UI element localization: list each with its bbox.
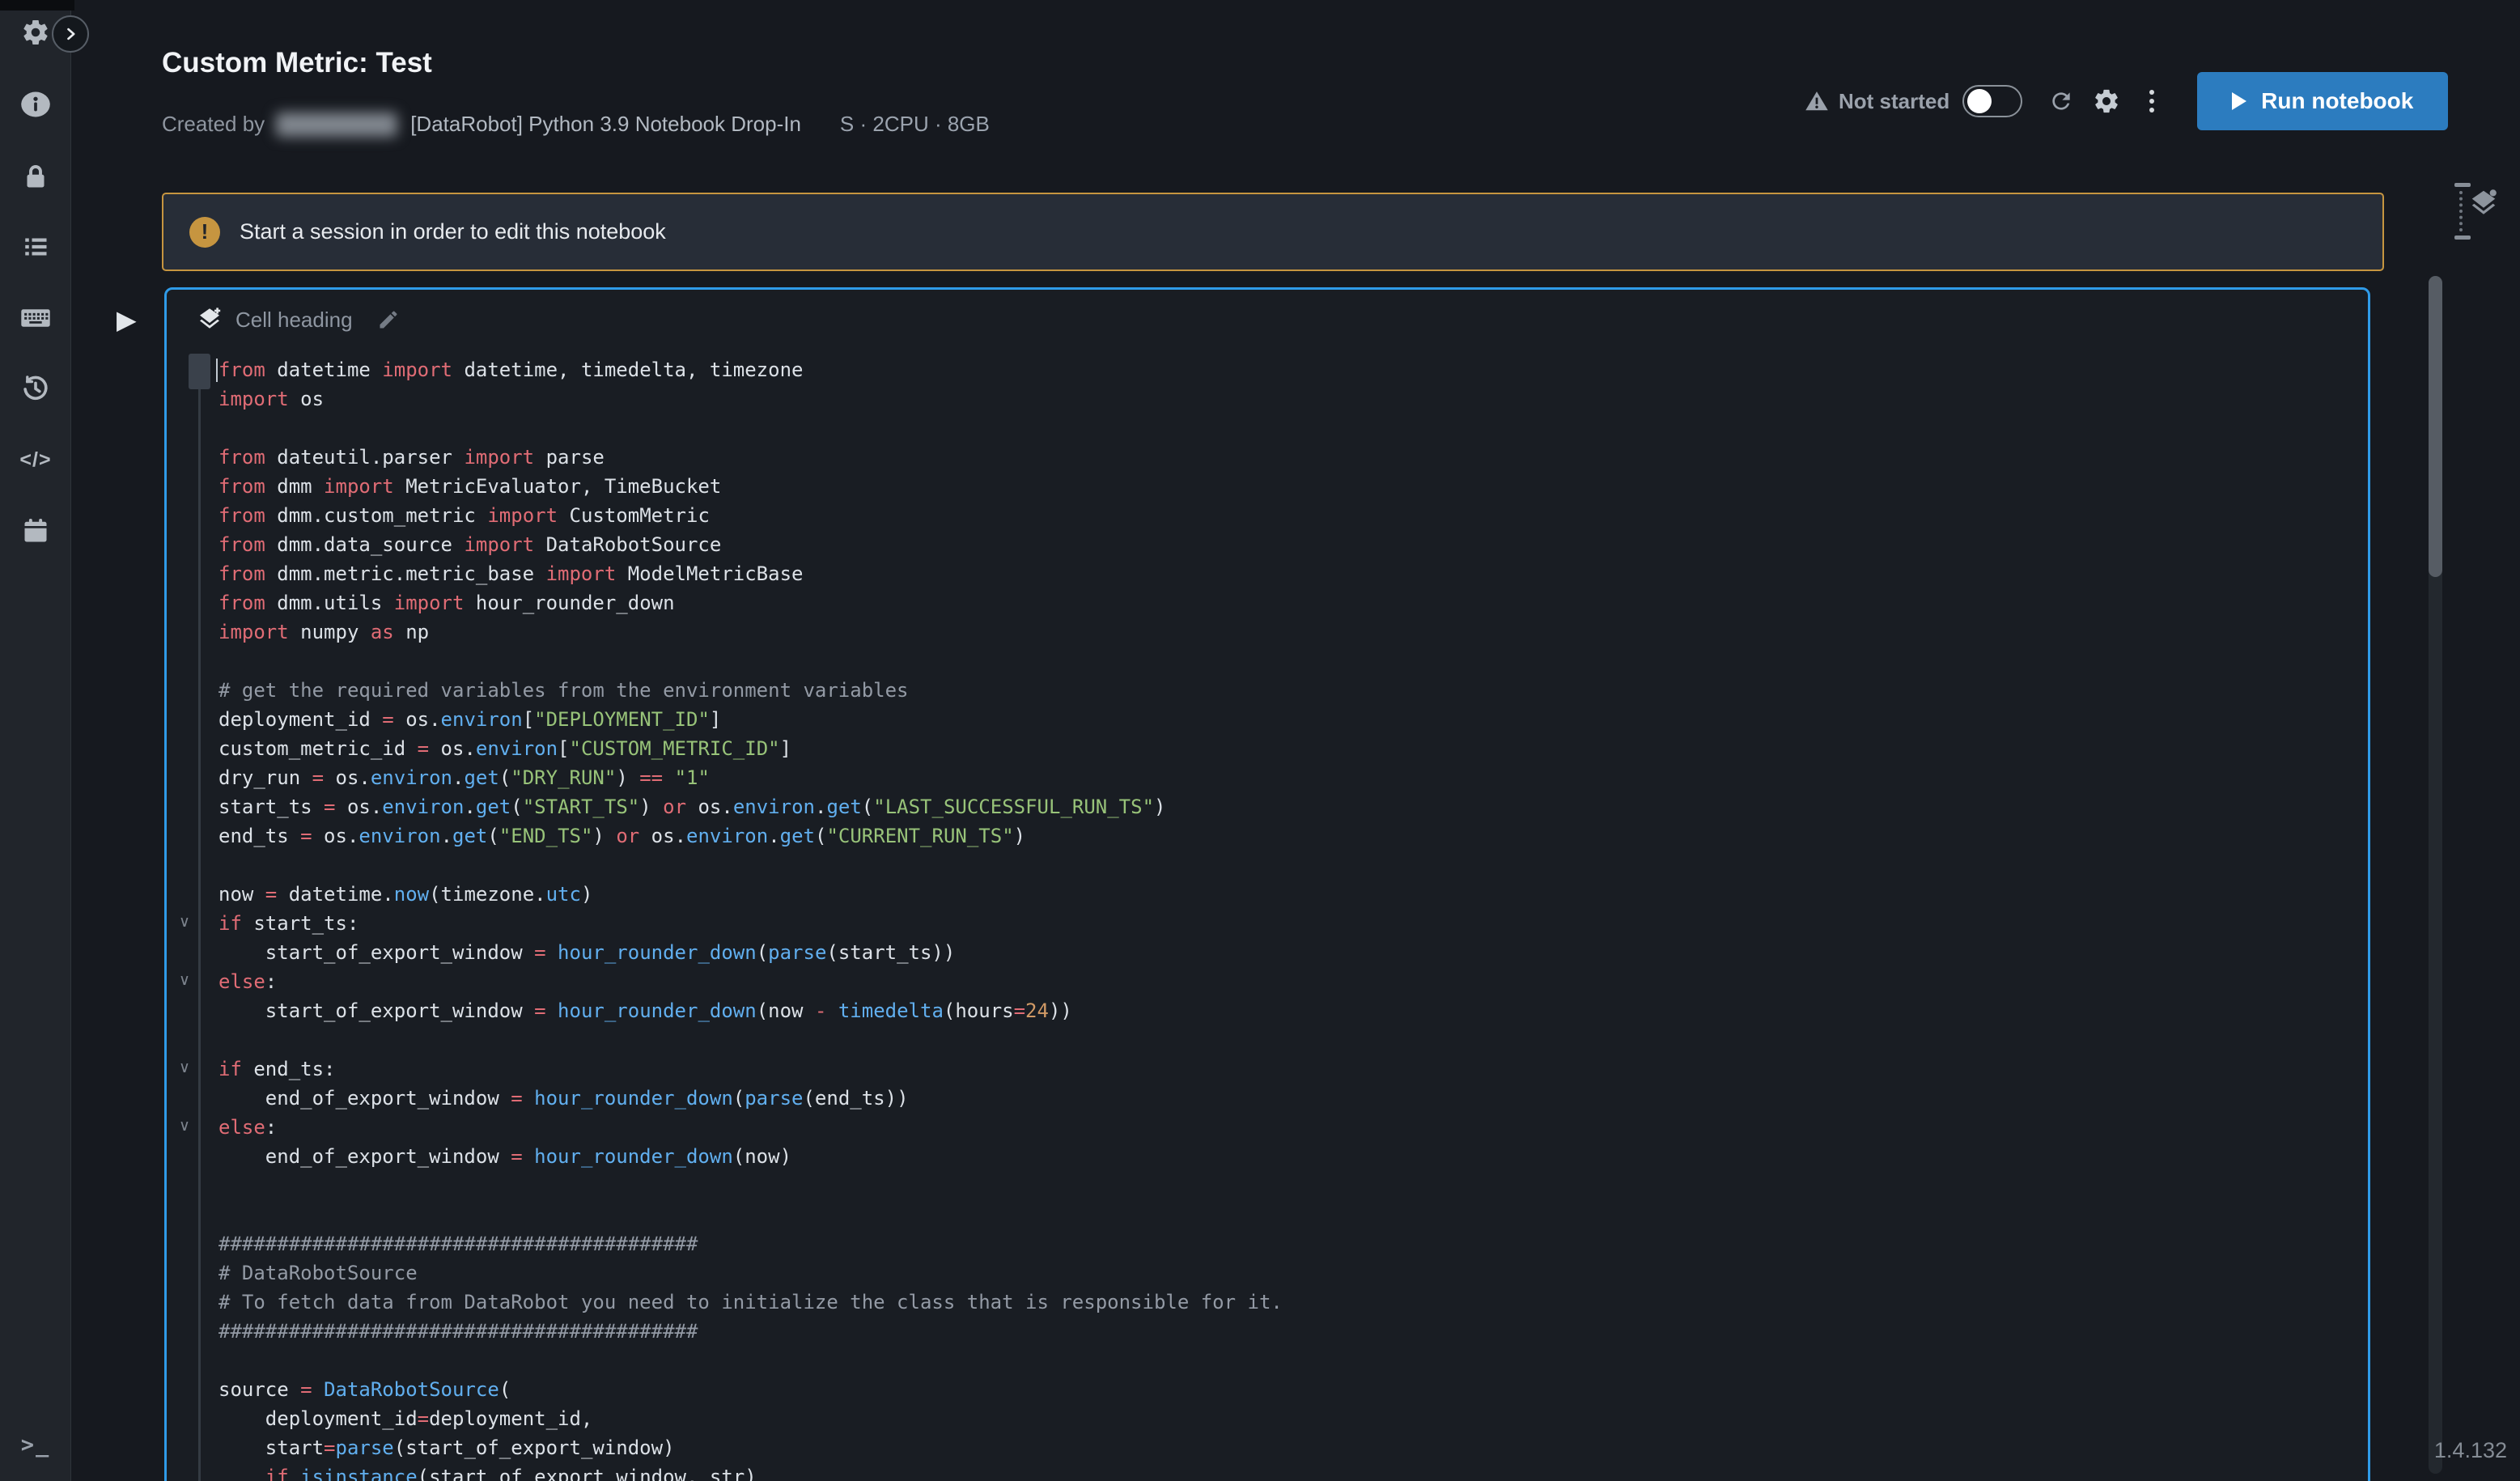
more-actions-button[interactable] <box>2129 79 2174 124</box>
outline-dash-bottom <box>2454 236 2471 240</box>
active-line-marker <box>189 354 210 389</box>
info-icon[interactable] <box>0 82 71 127</box>
code-line: from dmm.data_source import DataRobotSou… <box>218 530 1283 559</box>
code-line <box>218 1025 1283 1055</box>
code-line: from dmm.metric.metric_base import Model… <box>218 559 1283 588</box>
code-line: if start_ts: <box>218 909 1283 938</box>
code-line: end_of_export_window = hour_rounder_down… <box>218 1142 1283 1171</box>
sidebar: </> >_ <box>0 0 71 1481</box>
code-line <box>218 851 1283 880</box>
header-controls: Not started Run notebook <box>1805 72 2448 130</box>
code-line: # get the required variables from the en… <box>218 676 1283 705</box>
code-icon[interactable]: </> <box>0 437 71 482</box>
terminal-icon[interactable]: >_ <box>0 1422 71 1467</box>
fold-chevron-icon[interactable]: ∨ <box>175 913 194 931</box>
creator-name-redacted <box>276 112 397 137</box>
run-notebook-label: Run notebook <box>2261 88 2413 114</box>
code-line: deployment_id=deployment_id, <box>218 1404 1283 1433</box>
code-line: start=parse(start_of_export_window) <box>218 1433 1283 1462</box>
session-status-label: Not started <box>1839 89 1949 114</box>
history-icon[interactable] <box>0 366 71 411</box>
code-line: custom_metric_id = os.environ["CUSTOM_ME… <box>218 734 1283 763</box>
settings-button[interactable] <box>2084 79 2129 124</box>
code-line: from dmm.utils import hour_rounder_down <box>218 588 1283 617</box>
chevron-right-icon <box>62 26 78 42</box>
code-line: # To fetch data from DataRobot you need … <box>218 1288 1283 1317</box>
keyboard-icon[interactable] <box>0 295 71 341</box>
fold-chevron-icon[interactable]: ∨ <box>175 971 194 989</box>
code-line: deployment_id = os.environ["DEPLOYMENT_I… <box>218 705 1283 734</box>
code-line: if isinstance(start_of_export_window, st… <box>218 1462 1283 1481</box>
app-version: 1.4.132 <box>2434 1438 2507 1463</box>
code-line: else: <box>218 967 1283 996</box>
layers-plus-icon <box>2468 189 2499 219</box>
code-line <box>218 414 1283 443</box>
code-line: start_of_export_window = hour_rounder_do… <box>218 938 1283 967</box>
gear-icon <box>2093 87 2120 115</box>
code-line: # DataRobotSource <box>218 1258 1283 1288</box>
cell-heading-label: Cell heading <box>235 308 353 333</box>
play-icon <box>2232 92 2246 110</box>
fold-chevron-icon[interactable]: ∨ <box>175 1059 194 1076</box>
created-by-label: Created by <box>162 112 265 137</box>
code-line: import numpy as np <box>218 617 1283 647</box>
code-line <box>218 1200 1283 1229</box>
warning-message: Start a session in order to edit this no… <box>240 219 666 244</box>
page-title: Custom Metric: Test <box>162 47 432 79</box>
session-warning-banner: ! Start a session in order to edit this … <box>162 193 2384 271</box>
code-line: from dmm.custom_metric import CustomMetr… <box>218 501 1283 530</box>
notebook-screen: </> >_ Custom Metric: Test Created by [D… <box>0 0 2520 1481</box>
run-cell-button[interactable]: ▶ <box>117 304 137 335</box>
list-icon[interactable] <box>0 224 71 269</box>
code-line: from dateutil.parser import parse <box>218 443 1283 472</box>
environment-label: [DataRobot] Python 3.9 Notebook Drop-In <box>410 112 801 137</box>
code-line: from dmm import MetricEvaluator, TimeBuc… <box>218 472 1283 501</box>
layers-plus-icon <box>197 307 223 333</box>
code-line <box>218 647 1283 676</box>
code-line <box>218 1171 1283 1200</box>
calendar-icon[interactable] <box>0 508 71 554</box>
code-line <box>218 1346 1283 1375</box>
code-line: ########################################… <box>218 1317 1283 1346</box>
pencil-icon[interactable] <box>377 308 400 331</box>
cell-gutter <box>198 356 201 1481</box>
window-notch <box>0 0 74 11</box>
run-notebook-button[interactable]: Run notebook <box>2197 72 2448 130</box>
refresh-button[interactable] <box>2038 79 2084 124</box>
sidebar-expand-button[interactable] <box>52 15 89 53</box>
code-line: from datetime import datetime, timedelta… <box>218 355 1283 384</box>
toggle-knob <box>1967 89 1992 113</box>
cell-header: Cell heading <box>197 307 400 333</box>
code-line: dry_run = os.environ.get("DRY_RUN") == "… <box>218 763 1283 792</box>
code-line: end_ts = os.environ.get("END_TS") or os.… <box>218 821 1283 851</box>
code-line: now = datetime.now(timezone.utc) <box>218 880 1283 909</box>
code-line: else: <box>218 1113 1283 1142</box>
cell-outline-widget[interactable] <box>2454 183 2471 240</box>
outline-dash-top <box>2454 183 2471 187</box>
code-line: start_of_export_window = hour_rounder_do… <box>218 996 1283 1025</box>
code-line: import os <box>218 384 1283 414</box>
scrollbar-thumb[interactable] <box>2429 276 2442 577</box>
lock-icon[interactable] <box>0 154 71 199</box>
text-cursor <box>216 359 218 382</box>
refresh-icon <box>2048 88 2074 114</box>
warning-triangle-icon <box>1805 89 1829 113</box>
fold-chevron-icon[interactable]: ∨ <box>175 1117 194 1135</box>
resources-label: S · 2CPU · 8GB <box>840 112 990 137</box>
session-toggle[interactable] <box>1962 85 2022 117</box>
session-status: Not started <box>1805 89 1949 114</box>
code-line: source = DataRobotSource( <box>218 1375 1283 1404</box>
code-editor[interactable]: from datetime import datetime, timedelta… <box>218 355 1283 1481</box>
code-line: if end_ts: <box>218 1055 1283 1084</box>
code-line: ########################################… <box>218 1229 1283 1258</box>
kebab-menu-icon <box>2149 90 2154 112</box>
notebook-meta: Created by [DataRobot] Python 3.9 Notebo… <box>162 112 990 137</box>
warning-circle-icon: ! <box>189 217 220 248</box>
code-line: start_ts = os.environ.get("START_TS") or… <box>218 792 1283 821</box>
code-line: end_of_export_window = hour_rounder_down… <box>218 1084 1283 1113</box>
